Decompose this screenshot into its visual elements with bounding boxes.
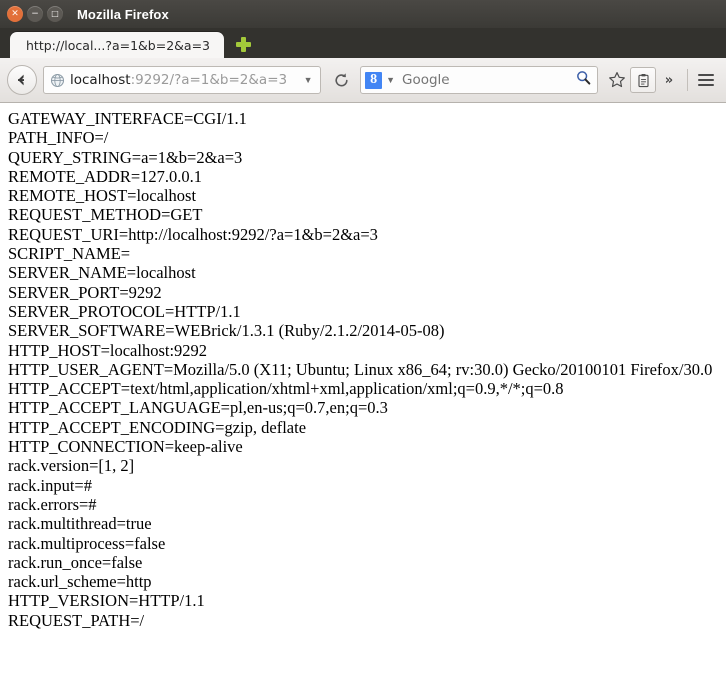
env-variable-line: HTTP_ACCEPT_ENCODING=gzip, deflate xyxy=(8,417,307,437)
new-tab-button[interactable] xyxy=(230,31,256,57)
clipboard-icon xyxy=(637,73,649,87)
env-variable-line: REQUEST_METHOD=GET xyxy=(8,205,203,225)
env-variable-line: rack.version=[1, 2] xyxy=(8,456,135,476)
app-menu-button[interactable] xyxy=(693,67,719,93)
chevron-down-icon[interactable]: ▼ xyxy=(300,75,316,85)
env-variable-line: HTTP_ACCEPT=text/html,application/xhtml+… xyxy=(8,379,564,399)
plus-icon xyxy=(235,36,251,52)
tab-label: http://local...?a=1&b=2&a=3 xyxy=(26,37,211,53)
env-variable-line: rack.errors=# xyxy=(8,494,97,514)
env-variable-line: HTTP_USER_AGENT=Mozilla/5.0 (X11; Ubuntu… xyxy=(8,359,713,379)
close-window-button[interactable]: ✕ xyxy=(7,6,23,22)
overflow-menu-button[interactable]: » xyxy=(656,67,682,93)
back-arrow-icon xyxy=(18,74,24,86)
toolbar-separator xyxy=(687,69,688,91)
chevron-double-right-icon: » xyxy=(664,72,674,88)
search-icon[interactable] xyxy=(575,69,592,91)
reload-icon xyxy=(335,72,348,86)
url-host: localhost xyxy=(70,72,131,88)
env-variable-line: rack.multithread=true xyxy=(8,514,152,534)
url-path: :9292/?a=1&b=2&a=3 xyxy=(130,72,288,88)
maximize-icon: □ xyxy=(51,9,59,18)
close-icon: ✕ xyxy=(11,8,19,19)
globe-icon xyxy=(50,73,65,88)
bookmark-star-button[interactable] xyxy=(604,67,630,93)
env-variable-line: SERVER_PORT=9292 xyxy=(8,282,162,302)
url-text: localhost:9292/?a=1&b=2&a=3 xyxy=(70,72,300,88)
reading-list-button[interactable] xyxy=(630,67,656,93)
chevron-down-icon-search[interactable]: ▼ xyxy=(386,75,395,85)
tab-strip: http://local...?a=1&b=2&a=3 xyxy=(0,28,726,58)
env-variable-line: rack.input=# xyxy=(8,475,92,495)
env-variable-line: rack.multiprocess=false xyxy=(8,533,166,553)
env-variable-line: PATH_INFO=/ xyxy=(8,128,109,148)
google-logo-icon: 8 xyxy=(365,71,383,89)
minimize-icon: − xyxy=(31,8,39,19)
env-variable-line: REQUEST_URI=http://localhost:9292/?a=1&b… xyxy=(8,224,378,244)
minimize-window-button[interactable]: − xyxy=(27,6,43,22)
env-variable-line: REQUEST_PATH=/ xyxy=(8,610,145,630)
search-bar[interactable]: 8 ▼ xyxy=(360,66,598,94)
env-variable-line: REMOTE_HOST=localhost xyxy=(8,186,197,206)
env-variable-line: SERVER_SOFTWARE=WEBrick/1.3.1 (Ruby/2.1.… xyxy=(8,321,445,341)
env-variable-list: GATEWAY_INTERFACE=CGI/1.1 PATH_INFO=/QUER… xyxy=(8,109,718,630)
env-variable-line: rack.url_scheme=http xyxy=(8,572,152,592)
page-content: GATEWAY_INTERFACE=CGI/1.1 PATH_INFO=/QUER… xyxy=(0,103,726,698)
env-variable-line: HTTP_ACCEPT_LANGUAGE=pl,en-us;q=0.7,en;q… xyxy=(8,398,388,418)
env-variable-line: HTTP_VERSION=HTTP/1.1 xyxy=(8,591,205,611)
search-input[interactable] xyxy=(400,71,575,89)
hamburger-menu-icon xyxy=(698,74,714,86)
env-variable-line: QUERY_STRING=a=1&b=2&a=3 xyxy=(8,147,243,167)
env-variable-line: SERVER_PROTOCOL=HTTP/1.1 xyxy=(8,301,241,321)
env-variable-line: GATEWAY_INTERFACE=CGI/1.1 xyxy=(8,109,247,128)
window-titlebar: ✕ − □ Mozilla Firefox xyxy=(0,0,726,28)
browser-tab-active[interactable]: http://local...?a=1&b=2&a=3 xyxy=(10,32,225,58)
navigation-toolbar: localhost:9292/?a=1&b=2&a=3 ▼ 8 ▼ Google… xyxy=(0,58,726,103)
env-variable-line: HTTP_HOST=localhost:9292 xyxy=(8,340,208,360)
url-bar[interactable]: localhost:9292/?a=1&b=2&a=3 ▼ xyxy=(43,66,322,94)
back-button[interactable] xyxy=(7,65,37,95)
window-controls: ✕ − □ xyxy=(0,6,63,22)
env-variable-line: SCRIPT_NAME= xyxy=(8,244,131,264)
env-variable-line: HTTP_CONNECTION=keep-alive xyxy=(8,437,243,457)
env-variable-line: REMOTE_ADDR=127.0.0.1 xyxy=(8,166,203,186)
env-variable-line: rack.run_once=false xyxy=(8,552,143,572)
reload-button[interactable] xyxy=(328,66,354,94)
env-variable-line: SERVER_NAME=localhost xyxy=(8,263,196,283)
maximize-window-button[interactable]: □ xyxy=(47,6,63,22)
window-title: Mozilla Firefox xyxy=(77,6,169,22)
star-icon xyxy=(609,72,625,88)
